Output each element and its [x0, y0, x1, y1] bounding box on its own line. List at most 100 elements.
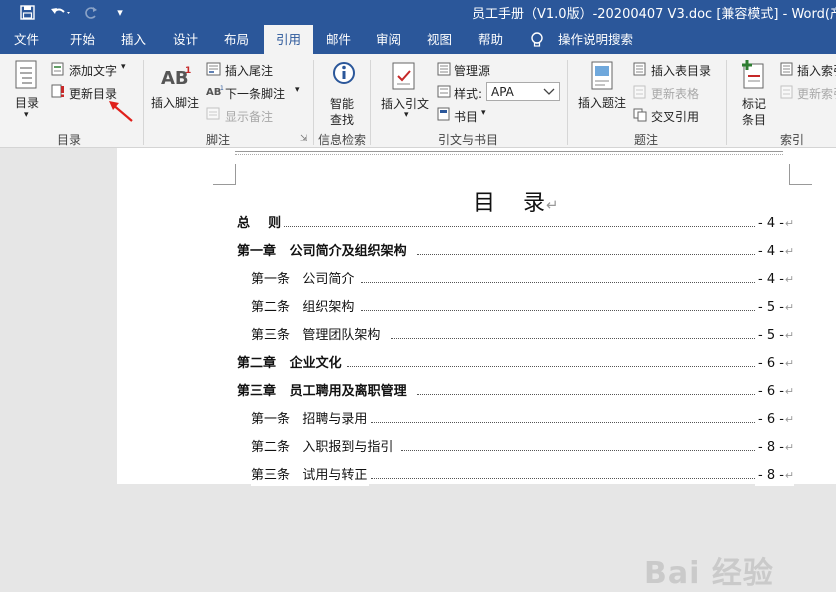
toc-button[interactable]: 目录: [15, 94, 39, 111]
title-bar: ▾ 员工手册（V1.0版）-20200407 V3.doc [兼容模式] - W…: [0, 0, 836, 25]
tell-me-search[interactable]: 操作说明搜索: [558, 25, 633, 54]
tab-references[interactable]: 引用: [264, 25, 314, 54]
insert-footnote-button[interactable]: 插入脚注: [151, 94, 199, 111]
undo-icon[interactable]: [46, 0, 76, 25]
toc-entry[interactable]: 第二条 组织架构 - 5 -↵: [251, 298, 796, 318]
insert-citation-dropdown-icon[interactable]: ▾: [404, 110, 409, 120]
update-table-icon: [633, 85, 647, 102]
customize-icon[interactable]: ▾: [112, 0, 128, 25]
style-label: 样式:: [454, 87, 483, 101]
tab-mailings[interactable]: 邮件: [326, 25, 351, 54]
svg-text:1: 1: [185, 66, 191, 76]
group-divider: [370, 60, 371, 145]
toc-heading: 目 录↵: [473, 185, 559, 217]
toc-entry[interactable]: 第一章 公司简介及组织架构 - 4 -↵: [237, 242, 796, 262]
add-text-dropdown-icon[interactable]: ▾: [121, 62, 126, 72]
tab-insert[interactable]: 插入: [121, 25, 146, 54]
margin-corner-mark: [789, 164, 812, 185]
cross-reference-button[interactable]: 交叉引用: [651, 108, 699, 125]
group-label-index: 索引: [780, 133, 805, 147]
insert-table-of-figures-button[interactable]: 插入表目录: [651, 62, 711, 79]
insert-index-button[interactable]: 插入索引: [797, 62, 836, 79]
toc-entry[interactable]: 第二章 企业文化 - 6 -↵: [237, 354, 796, 374]
toc-entry[interactable]: 第三条 管理团队架构 - 5 -↵: [251, 326, 796, 346]
smart-lookup-label-line1[interactable]: 智能: [330, 95, 354, 112]
toc-heading-text: 目 录: [473, 191, 545, 216]
update-index-button[interactable]: 更新索引: [797, 85, 836, 102]
bibliography-dropdown-icon[interactable]: ▾: [481, 108, 486, 118]
show-notes-button[interactable]: 显示备注: [225, 108, 273, 125]
style-icon: [437, 85, 451, 101]
tab-home[interactable]: 开始: [70, 25, 95, 54]
toc-entry[interactable]: 总 则 - 4 -↵: [237, 214, 796, 234]
manage-sources-icon: [437, 62, 451, 79]
lightbulb-icon: [530, 31, 544, 52]
next-footnote-button[interactable]: 下一条脚注: [225, 85, 285, 102]
insert-table-of-figures-icon: [633, 62, 647, 79]
insert-endnote-icon: [206, 62, 222, 79]
add-text-button[interactable]: 添加文字: [69, 62, 117, 79]
toc-entry[interactable]: 第二条 入职报到与指引 - 8 -↵: [251, 438, 796, 458]
insert-footnote-icon[interactable]: AB 1: [160, 64, 192, 93]
tab-design[interactable]: 设计: [173, 25, 198, 54]
toc-entry[interactable]: 第一条 招聘与录用 - 6 -↵: [251, 410, 796, 430]
group-label-research: 信息检索: [318, 133, 367, 147]
group-label-toc: 目录: [57, 133, 82, 147]
update-table-button[interactable]: 更新表格: [651, 85, 699, 102]
insert-citation-icon[interactable]: [392, 62, 418, 93]
watermark: Bai 经验: [644, 556, 774, 591]
mark-entry-icon[interactable]: [740, 60, 766, 93]
header-border-dotted: [235, 154, 783, 155]
toc-entry[interactable]: 第三条 试用与转正 - 8 -↵: [251, 466, 796, 486]
toc-entry[interactable]: 第一条 公司简介 - 4 -↵: [251, 270, 796, 290]
tab-review[interactable]: 审阅: [376, 25, 401, 54]
mark-entry-label-line2[interactable]: 条目: [742, 111, 766, 128]
margin-corner-mark: [213, 164, 236, 185]
document-area: 目 录↵ 总 则 - 4 -↵ 第一章 公司简介及组织架构 - 4 -↵ 第一条…: [0, 148, 836, 591]
add-text-icon: [51, 62, 65, 79]
group-label-captions: 题注: [634, 133, 659, 147]
show-notes-icon: [206, 107, 221, 123]
toc-entry[interactable]: 第三章 员工聘用及离职管理 - 6 -↵: [237, 382, 796, 402]
update-toc-icon: [51, 84, 66, 102]
smart-lookup-icon[interactable]: [331, 61, 357, 92]
next-footnote-icon: AB 1: [206, 84, 224, 101]
ribbon-tab-bar: 文件 开始 插入 设计 布局 引用 邮件 审阅 视图 帮助 操作说明搜索: [0, 25, 836, 54]
insert-caption-button[interactable]: 插入题注: [578, 94, 626, 111]
save-icon[interactable]: [14, 0, 40, 25]
paragraph-mark: ↵: [545, 196, 559, 214]
header-border: [235, 151, 783, 152]
red-arrow-annotation: [106, 99, 134, 126]
tab-view[interactable]: 视图: [427, 25, 452, 54]
bibliography-icon: [437, 107, 451, 124]
tab-help[interactable]: 帮助: [478, 25, 503, 54]
group-divider: [567, 60, 568, 145]
group-label-citations: 引文与书目: [438, 133, 499, 147]
svg-text:1: 1: [220, 85, 224, 92]
document-title: 员工手册（V1.0版）-20200407 V3.doc [兼容模式] - Wor…: [472, 7, 836, 22]
ribbon: 目录 ▾ 添加文字 ▾ 更新目录 目录 AB 1 插入脚注 插入尾注 AB 1 下一…: [0, 54, 836, 148]
manage-sources-button[interactable]: 管理源: [454, 62, 490, 79]
chevron-down-icon[interactable]: [543, 84, 555, 101]
group-label-footnotes: 脚注: [206, 133, 231, 147]
insert-caption-icon[interactable]: [591, 61, 615, 94]
group-divider: [143, 60, 144, 145]
bibliography-button[interactable]: 书目: [454, 108, 478, 125]
smart-lookup-label-line2[interactable]: 查找: [330, 111, 354, 128]
insert-endnote-button[interactable]: 插入尾注: [225, 62, 273, 79]
group-divider: [726, 60, 727, 145]
style-select-value: APA: [491, 85, 514, 99]
tab-layout[interactable]: 布局: [224, 25, 249, 54]
cross-reference-icon: [633, 108, 647, 125]
insert-index-icon: [780, 62, 794, 79]
mark-entry-label-line1[interactable]: 标记: [742, 95, 766, 112]
footnote-dialog-launcher-icon[interactable]: ⇲: [300, 134, 308, 144]
group-divider: [313, 60, 314, 145]
redo-icon[interactable]: [82, 0, 100, 25]
style-select[interactable]: APA: [486, 82, 560, 101]
toc-dropdown-icon[interactable]: ▾: [24, 110, 29, 120]
document-page[interactable]: 目 录↵ 总 则 - 4 -↵ 第一章 公司简介及组织架构 - 4 -↵ 第一条…: [117, 148, 836, 486]
next-footnote-dropdown-icon[interactable]: ▾: [295, 85, 300, 95]
tab-file[interactable]: 文件: [14, 25, 39, 54]
toc-icon[interactable]: [15, 60, 39, 93]
